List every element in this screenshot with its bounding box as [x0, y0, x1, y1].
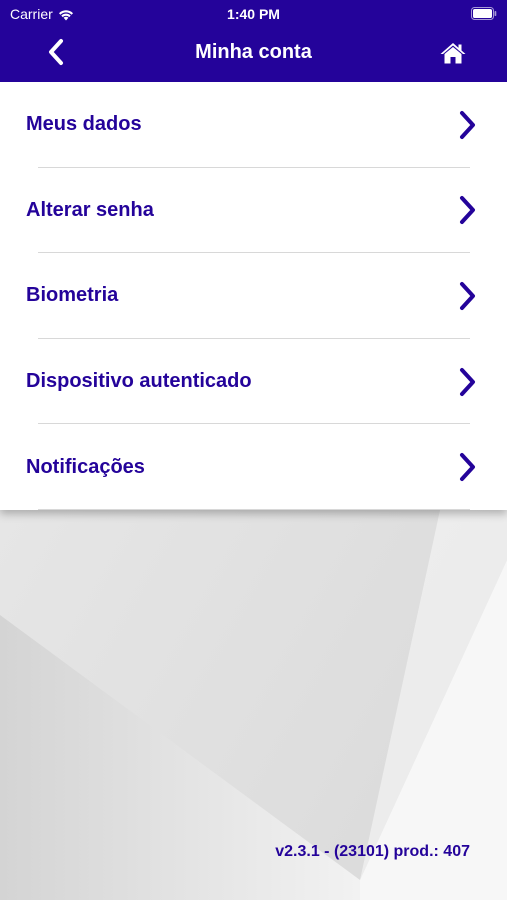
app-header: Carrier 1:40 PM Minha conta	[0, 0, 507, 82]
menu-item-alterar-senha[interactable]: Alterar senha	[0, 168, 507, 254]
chevron-right-icon	[460, 196, 475, 225]
divider	[38, 508, 470, 510]
menu-item-label: Biometria	[26, 284, 119, 307]
battery-icon	[471, 7, 497, 20]
menu-item-label: Alterar senha	[26, 198, 154, 221]
home-icon	[440, 43, 466, 64]
menu-item-biometria[interactable]: Biometria	[0, 253, 507, 339]
chevron-right-icon	[460, 453, 475, 482]
status-bar: Carrier 1:40 PM	[0, 0, 507, 28]
menu-item-dispositivo-autenticado[interactable]: Dispositivo autenticado	[0, 339, 507, 425]
chevron-right-icon	[460, 281, 475, 310]
menu-item-label: Meus dados	[26, 113, 142, 136]
menu-item-label: Dispositivo autenticado	[26, 370, 252, 393]
page-title: Minha conta	[195, 41, 312, 63]
status-time: 1:40 PM	[227, 6, 280, 22]
menu-item-notificacoes[interactable]: Notificações	[0, 424, 507, 510]
home-button[interactable]	[437, 37, 469, 69]
chevron-right-icon	[460, 110, 475, 139]
menu-item-label: Notificações	[26, 455, 145, 478]
account-menu: Meus dados Alterar senha Biometria Dispo…	[0, 82, 507, 510]
navigation-bar: Minha conta	[0, 28, 507, 82]
app-version-label: v2.3.1 - (23101) prod.: 407	[275, 843, 470, 860]
chevron-right-icon	[460, 367, 475, 396]
menu-item-meus-dados[interactable]: Meus dados	[0, 82, 507, 168]
